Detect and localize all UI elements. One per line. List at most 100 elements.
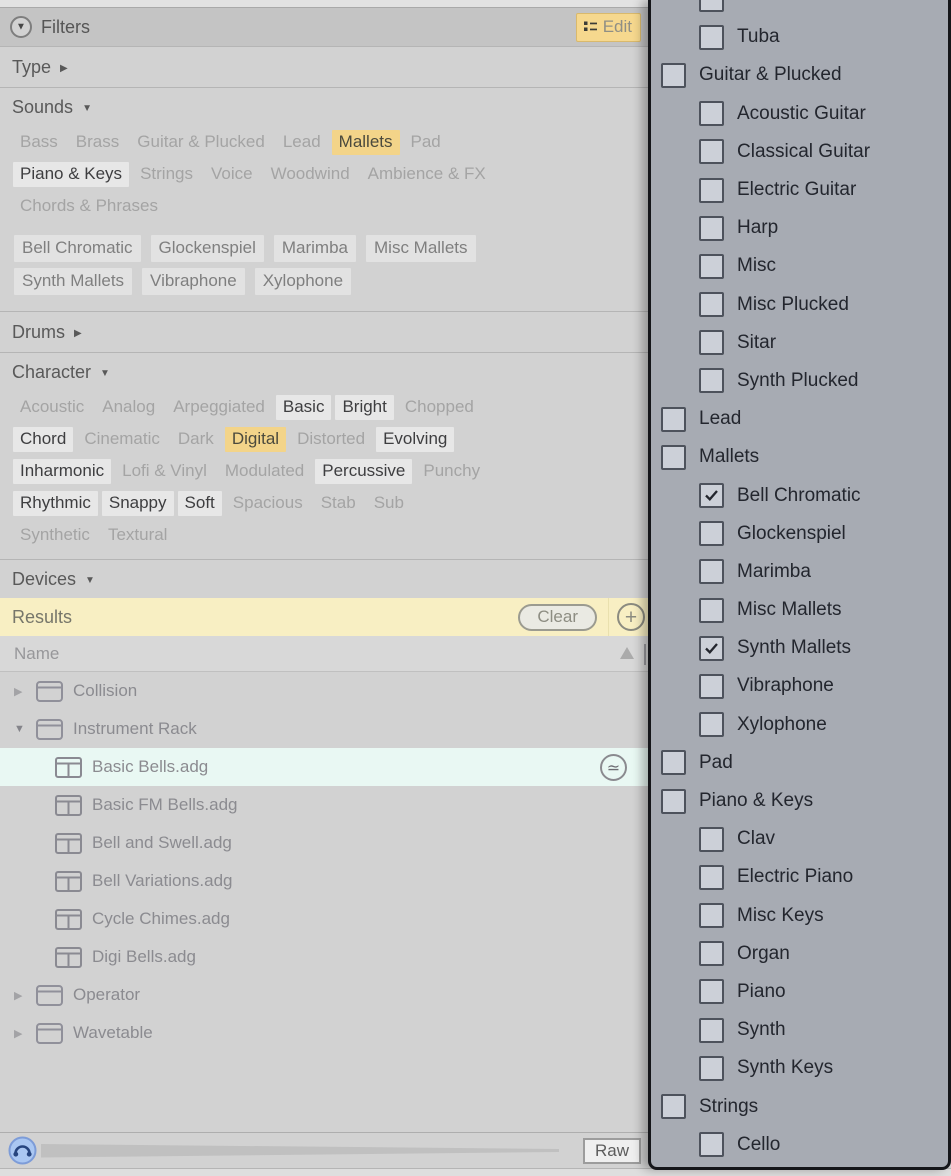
filter-tag-bass[interactable]: Bass <box>20 132 58 152</box>
browser-preset-cycle-chimes-adg[interactable]: Cycle Chimes.adg <box>0 900 648 938</box>
filter-tag-snappy[interactable]: Snappy <box>102 491 174 516</box>
filter-option-organ[interactable]: Organ <box>651 935 948 973</box>
filter-tag-chopped[interactable]: Chopped <box>405 397 474 417</box>
checkbox[interactable] <box>699 827 724 852</box>
checkbox[interactable] <box>699 521 724 546</box>
filter-tag-chord[interactable]: Chord <box>13 427 73 452</box>
checkbox[interactable] <box>699 292 724 317</box>
checkbox[interactable] <box>699 712 724 737</box>
filter-option-misc-keys[interactable]: Misc Keys <box>651 897 948 935</box>
filter-tag-ambience-fx[interactable]: Ambience & FX <box>368 164 486 184</box>
checkbox-checked[interactable] <box>699 483 724 508</box>
filter-option-xylophone[interactable]: Xylophone <box>651 706 948 744</box>
filter-tag-digital[interactable]: Digital <box>225 427 286 452</box>
filter-option-classical-guitar[interactable]: Classical Guitar <box>651 133 948 171</box>
filter-tag-acoustic[interactable]: Acoustic <box>20 397 84 417</box>
browser-preset-basic-fm-bells-adg[interactable]: Basic FM Bells.adg <box>0 786 648 824</box>
expand-closed-icon[interactable]: ▶ <box>14 989 28 1002</box>
filter-option-harp[interactable]: Harp <box>651 209 948 247</box>
filter-option-clav[interactable]: Clav <box>651 820 948 858</box>
filter-tag-distorted[interactable]: Distorted <box>297 429 365 449</box>
filter-tag-modulated[interactable]: Modulated <box>225 461 304 481</box>
filter-tag-bright[interactable]: Bright <box>335 395 393 420</box>
expand-open-icon[interactable]: ▼ <box>14 723 28 735</box>
name-column-header[interactable]: Name <box>0 636 648 672</box>
checkbox[interactable] <box>661 789 686 814</box>
filter-option-synth-mallets[interactable]: Synth Mallets <box>651 629 948 667</box>
filter-option-strings[interactable]: Strings <box>651 1087 948 1125</box>
filter-tag-arpeggiated[interactable]: Arpeggiated <box>173 397 265 417</box>
sort-ascending-icon[interactable] <box>620 647 634 659</box>
checkbox[interactable] <box>699 674 724 699</box>
filter-tag-dark[interactable]: Dark <box>178 429 214 449</box>
checkbox[interactable] <box>699 1056 724 1081</box>
checkbox[interactable] <box>699 178 724 203</box>
raw-preview-button[interactable]: Raw <box>583 1138 641 1164</box>
checkbox[interactable] <box>699 559 724 584</box>
checkbox[interactable] <box>699 598 724 623</box>
filter-tag-punchy[interactable]: Punchy <box>423 461 480 481</box>
filter-tag-percussive[interactable]: Percussive <box>315 459 412 484</box>
checkbox[interactable] <box>699 216 724 241</box>
add-filter-button[interactable]: + <box>617 603 645 631</box>
audition-preview-icon[interactable]: ≃ <box>600 754 627 781</box>
filter-tag-basic[interactable]: Basic <box>276 395 332 420</box>
filter-option-misc-plucked[interactable]: Misc Plucked <box>651 286 948 324</box>
filter-tag-cinematic[interactable]: Cinematic <box>84 429 160 449</box>
filter-tag-inharmonic[interactable]: Inharmonic <box>13 459 111 484</box>
filter-tag-chords-phrases[interactable]: Chords & Phrases <box>20 196 158 216</box>
filter-option-bell-chromatic[interactable]: Bell Chromatic <box>651 476 948 514</box>
checkbox[interactable] <box>661 1094 686 1119</box>
filter-option-tuba[interactable]: Tuba <box>651 18 948 56</box>
clear-filters-button[interactable]: Clear <box>518 604 597 631</box>
checkbox[interactable] <box>661 63 686 88</box>
filter-tag-analog[interactable]: Analog <box>102 397 155 417</box>
expand-closed-icon[interactable]: ▶ <box>14 685 28 698</box>
filter-option-synth-keys[interactable]: Synth Keys <box>651 1049 948 1087</box>
filter-option-partial[interactable] <box>651 0 948 18</box>
expand-closed-icon[interactable]: ▶ <box>14 1027 28 1040</box>
filter-subtag-marimba[interactable]: Marimba <box>274 235 356 262</box>
filter-subtag-misc-mallets[interactable]: Misc Mallets <box>366 235 476 262</box>
checkbox[interactable] <box>699 979 724 1004</box>
filter-tag-strings[interactable]: Strings <box>140 164 193 184</box>
filter-tag-mallets[interactable]: Mallets <box>332 130 400 155</box>
checkbox[interactable] <box>699 0 724 12</box>
checkbox[interactable] <box>699 941 724 966</box>
browser-preset-bell-and-swell-adg[interactable]: Bell and Swell.adg <box>0 824 648 862</box>
filter-tag-woodwind[interactable]: Woodwind <box>271 164 350 184</box>
filter-tag-piano-keys[interactable]: Piano & Keys <box>13 162 129 187</box>
filter-option-synth-plucked[interactable]: Synth Plucked <box>651 362 948 400</box>
collapse-filters-icon[interactable]: ▼ <box>10 16 32 38</box>
filter-tag-synthetic[interactable]: Synthetic <box>20 525 90 545</box>
browser-folder-operator[interactable]: ▶ Operator <box>0 976 648 1014</box>
filter-option-mallets[interactable]: Mallets <box>651 438 948 476</box>
filter-option-misc-mallets[interactable]: Misc Mallets <box>651 591 948 629</box>
filter-option-guitar-plucked[interactable]: Guitar & Plucked <box>651 56 948 94</box>
filter-tag-spacious[interactable]: Spacious <box>233 493 303 513</box>
filter-tag-rhythmic[interactable]: Rhythmic <box>13 491 98 516</box>
checkbox[interactable] <box>699 1018 724 1043</box>
filter-option-pad[interactable]: Pad <box>651 744 948 782</box>
filter-option-sitar[interactable]: Sitar <box>651 324 948 362</box>
filter-tag-evolving[interactable]: Evolving <box>376 427 454 452</box>
checkbox-checked[interactable] <box>699 636 724 661</box>
filter-option-lead[interactable]: Lead <box>651 400 948 438</box>
browser-preset-bell-variations-adg[interactable]: Bell Variations.adg <box>0 862 648 900</box>
checkbox[interactable] <box>699 368 724 393</box>
filter-option-acoustic-guitar[interactable]: Acoustic Guitar <box>651 95 948 133</box>
filter-tag-brass[interactable]: Brass <box>76 132 119 152</box>
browser-folder-wavetable[interactable]: ▶ Wavetable <box>0 1014 648 1052</box>
filter-subtag-vibraphone[interactable]: Vibraphone <box>142 268 245 295</box>
filter-option-electric-piano[interactable]: Electric Piano <box>651 858 948 896</box>
filter-subtag-xylophone[interactable]: Xylophone <box>255 268 351 295</box>
checkbox[interactable] <box>699 139 724 164</box>
filter-option-misc[interactable]: Misc <box>651 247 948 285</box>
filter-tag-voice[interactable]: Voice <box>211 164 253 184</box>
browser-preset-digi-bells-adg[interactable]: Digi Bells.adg <box>0 938 648 976</box>
checkbox[interactable] <box>699 865 724 890</box>
preview-headphones-icon[interactable] <box>8 1136 37 1165</box>
filter-option-piano[interactable]: Piano <box>651 973 948 1011</box>
filter-tag-textural[interactable]: Textural <box>108 525 168 545</box>
checkbox[interactable] <box>699 903 724 928</box>
